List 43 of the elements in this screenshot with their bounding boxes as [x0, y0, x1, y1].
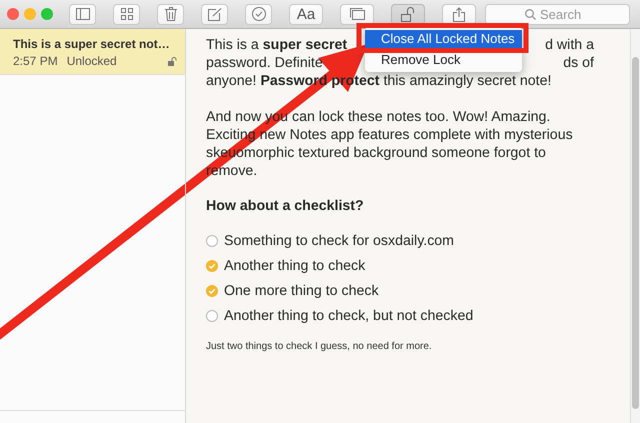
lock-status: Unlocked	[66, 54, 117, 68]
checklist-checkbox[interactable]	[206, 260, 218, 272]
compose-button[interactable]	[201, 4, 228, 24]
search-input[interactable]: Search	[540, 6, 590, 22]
note-time: 2:57 PM	[13, 54, 58, 68]
note-text: This is a super secret	[206, 36, 348, 54]
checklist-button[interactable]	[245, 4, 272, 24]
note-heading: How about a checklist?	[206, 197, 365, 215]
note-text: d with a	[545, 36, 594, 54]
menu-item[interactable]: Remove Lock	[365, 51, 522, 69]
checklist-item-text: Something to check for osxdaily.com	[224, 232, 454, 250]
search-icon	[525, 8, 536, 20]
open-padlock-icon	[401, 6, 415, 22]
gallery-button[interactable]	[340, 4, 374, 24]
sidebar-icon	[76, 8, 90, 20]
note-text: password. Definite	[206, 54, 323, 72]
grid-button[interactable]	[113, 4, 140, 24]
checklist-item-text: Another thing to check	[224, 257, 366, 275]
trash-button[interactable]	[157, 4, 184, 24]
lock-button[interactable]	[391, 4, 425, 24]
search-field[interactable]: Search	[485, 4, 630, 24]
note-title: This is a super secret not…	[13, 37, 170, 52]
open-padlock-icon	[168, 56, 177, 66]
scrollbar[interactable]	[630, 29, 640, 423]
note-text: ds of	[563, 54, 594, 72]
checklist-checkbox[interactable]	[206, 235, 218, 247]
format-button[interactable]: Aa	[289, 4, 323, 24]
share-icon	[453, 6, 465, 22]
checklist-item-text: Another thing to check, but not checked	[224, 307, 474, 325]
checklist-item-text: One more thing to check	[224, 282, 379, 300]
checkmark-circle-icon	[252, 7, 266, 21]
note-list-item[interactable]: This is a super secret not… 2:57 PM Unlocked	[0, 29, 185, 75]
checklist-checkbox[interactable]	[206, 285, 218, 297]
note-footnote: Just two things to check I guess, no need for more.	[206, 340, 433, 354]
trash-icon	[164, 7, 176, 21]
menu-item[interactable]: Close All Locked Notes	[365, 30, 522, 48]
sidebar-button[interactable]	[69, 4, 96, 24]
compose-icon	[208, 8, 222, 20]
close-button[interactable]	[7, 8, 19, 20]
grid-icon	[120, 8, 132, 20]
gallery-icon	[350, 8, 364, 20]
checklist-checkbox[interactable]	[206, 310, 218, 322]
share-button[interactable]	[442, 4, 476, 24]
